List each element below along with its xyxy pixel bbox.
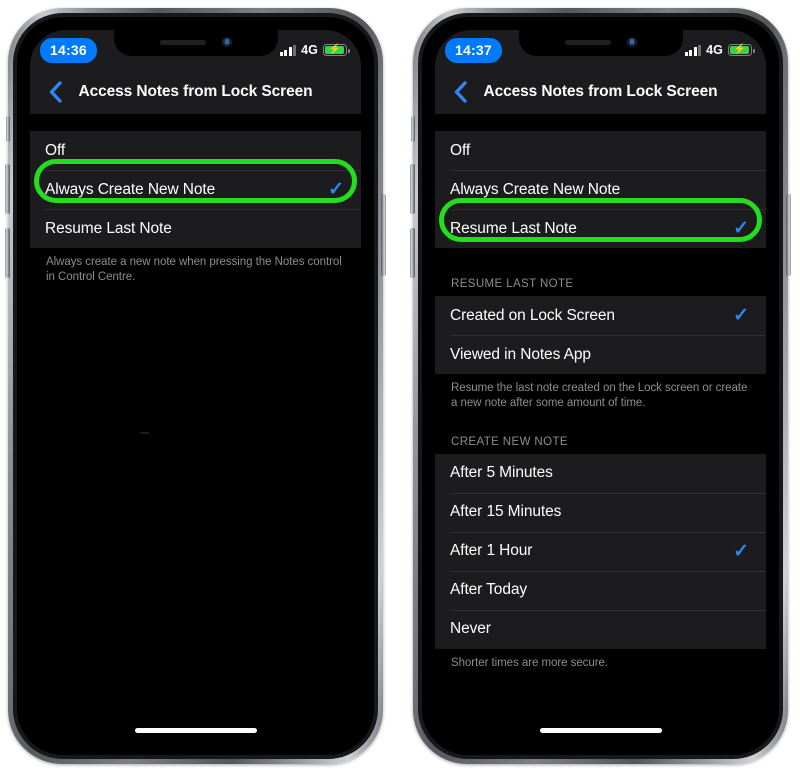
list-item-label: After 15 Minutes [450,503,562,521]
list-item[interactable]: Resume Last Note ✓ [435,209,766,248]
list-item[interactable]: Viewed in Notes App [435,335,766,374]
front-camera-icon [626,37,637,47]
signal-bars-icon [279,44,297,56]
section-header-resume-last-note: RESUME LAST NOTE [451,278,574,290]
list-item[interactable]: Never [435,609,766,649]
notch [518,30,683,56]
signal-bars-icon [684,44,702,56]
group-footnote: Shorter times are more secure. [451,656,609,669]
volume-down-button[interactable] [410,228,415,278]
page-title: Access Notes from Lock Screen [78,83,313,100]
phone-left-screen: 14:36 4G ⚡ Access Notes from Lock Screen… [30,30,361,742]
home-indicator[interactable] [134,728,257,733]
page-title: Access Notes from Lock Screen [483,83,718,100]
list-item-label: Always Create New Note [450,180,621,198]
list-item[interactable]: After Today [435,570,766,610]
notch [113,30,278,56]
volume-down-button[interactable] [5,228,10,278]
power-button[interactable] [381,194,386,276]
list-item[interactable]: Always Create New Note ✓ [30,170,361,209]
list-item-label: Viewed in Notes App [450,345,591,363]
checkmark-icon: ✓ [733,540,749,562]
list-item-label: After 1 Hour [450,542,533,560]
phone-left: 14:36 4G ⚡ Access Notes from Lock Screen… [5,8,386,764]
settings-group: After 5 Minutes After 15 Minutes After 1… [435,453,766,649]
screenshot-stage: 14:36 4G ⚡ Access Notes from Lock Screen… [0,0,800,772]
power-button[interactable] [786,194,791,276]
list-item[interactable]: Always Create New Note [435,170,766,209]
checkmark-icon: ✓ [733,218,749,239]
section-header-create-new-note: CREATE NEW NOTE [451,435,568,448]
list-item[interactable]: After 1 Hour ✓ [435,531,766,571]
list-item-label: Resume Last Note [45,219,172,237]
network-type-label: 4G [706,43,723,57]
list-item-label: After 5 Minutes [450,464,553,482]
charging-bolt-icon: ⚡ [733,44,747,55]
chevron-left-icon[interactable] [447,79,473,105]
volume-up-button[interactable] [5,164,10,214]
earpiece-speaker-icon [564,39,611,45]
volume-up-button[interactable] [410,164,415,214]
list-item-label: Never [450,620,491,638]
phone-right-screen: 14:37 4G ⚡ Access Notes from Lock Screen… [435,30,766,742]
list-item-label: Off [45,141,66,159]
settings-group: Off Always Create New Note Resume Last N… [435,131,766,248]
network-type-label: 4G [301,43,318,57]
list-item[interactable]: Off [435,131,766,170]
checkmark-icon: ✓ [733,305,749,326]
checkmark-icon: ✓ [328,179,344,200]
settings-list[interactable]: Off Always Create New Note Resume Last N… [435,114,766,742]
screen-artifact [140,432,149,434]
list-item[interactable]: Off [30,131,361,170]
list-item-label: Always Create New Note [45,180,216,198]
settings-group: Created on Lock Screen ✓ Viewed in Notes… [435,296,766,374]
phone-right: 14:37 4G ⚡ Access Notes from Lock Screen… [410,8,791,764]
list-item[interactable]: Resume Last Note [30,209,361,248]
nav-bar: Access Notes from Lock Screen [435,70,766,114]
list-item-label: Created on Lock Screen [450,306,615,324]
list-item-label: Off [450,141,471,159]
list-item-label: After Today [450,581,528,599]
list-item-label: Resume Last Note [450,219,577,237]
list-item[interactable]: Created on Lock Screen ✓ [435,296,766,335]
battery-charging-icon: ⚡ [323,44,350,56]
status-indicators: 4G ⚡ [684,43,755,57]
silent-switch-button[interactable] [6,116,10,142]
charging-bolt-icon: ⚡ [328,44,342,55]
list-item[interactable]: After 15 Minutes [435,492,766,532]
earpiece-speaker-icon [159,39,206,45]
home-indicator[interactable] [539,728,662,733]
group-footnote: Always create a new note when pressing t… [46,256,342,284]
settings-group: Off Always Create New Note ✓ Resume Last… [30,131,361,248]
status-time: 14:37 [445,37,502,63]
settings-list[interactable]: Off Always Create New Note ✓ Resume Last… [30,114,361,742]
nav-bar: Access Notes from Lock Screen [30,70,361,114]
front-camera-icon [221,37,232,47]
silent-switch-button[interactable] [411,116,415,142]
group-footnote: Resume the last note created on the Lock… [451,382,748,410]
list-item[interactable]: After 5 Minutes [435,454,766,493]
chevron-left-icon[interactable] [42,79,68,105]
status-indicators: 4G ⚡ [279,43,350,57]
status-time: 14:36 [40,37,97,63]
battery-charging-icon: ⚡ [728,44,755,56]
